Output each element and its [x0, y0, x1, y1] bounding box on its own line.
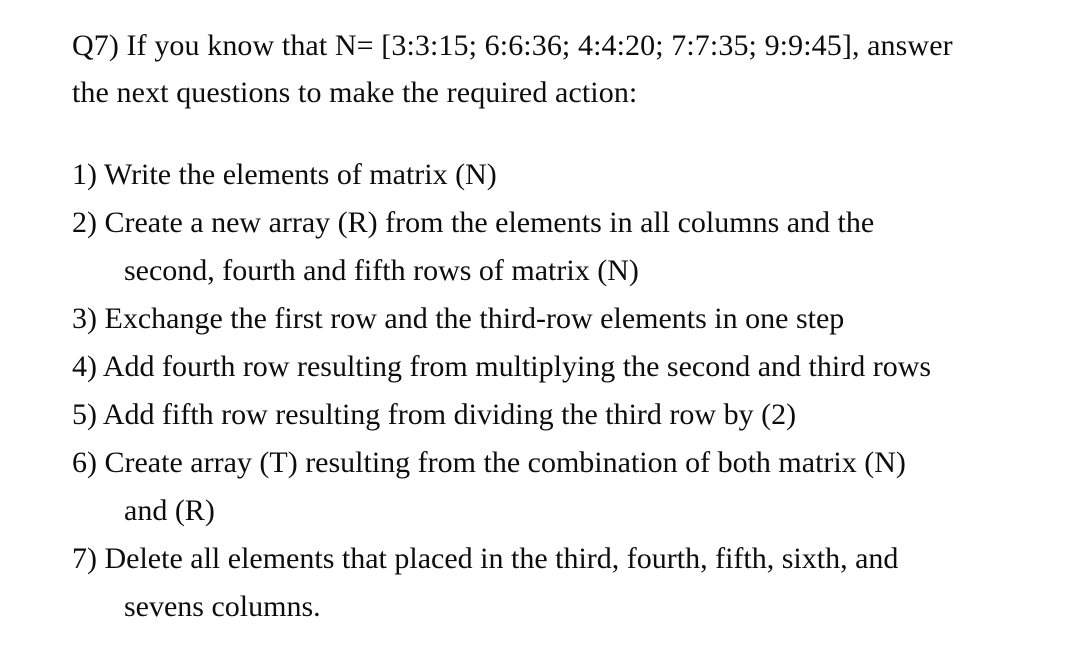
step-1-line-1: 1) Write the elements of matrix (N)	[72, 157, 497, 191]
step-2-line-1: 2) Create a new array (R) from the eleme…	[72, 205, 875, 239]
step-6-line-2: and (R)	[124, 493, 215, 527]
step-6-line-1: 6) Create array (T) resulting from the c…	[72, 445, 906, 479]
list-item: 3) Exchange the first row and the third-…	[72, 295, 1040, 343]
prompt-line-2: the next questions to make the required …	[72, 76, 638, 110]
step-7-line-2: sevens columns.	[124, 589, 321, 623]
list-item: 1) Write the elements of matrix (N)	[72, 151, 1040, 199]
prompt-list-spacer	[72, 117, 1040, 151]
step-2-line-2: second, fourth and fifth rows of matrix …	[124, 253, 639, 287]
prompt-line-1: Q7) If you know that N= [3:3:15; 6:6:36;…	[72, 29, 953, 62]
list-item: 4) Add fourth row resulting from multipl…	[72, 343, 1040, 391]
step-3-line-1: 3) Exchange the first row and the third-…	[72, 301, 845, 335]
document-page: Q7) If you know that N= [3:3:15; 6:6:36;…	[0, 0, 1080, 648]
question-prompt: Q7) If you know that N= [3:3:15; 6:6:36;…	[72, 22, 1040, 117]
steps-list: 1) Write the elements of matrix (N) 2) C…	[72, 151, 1040, 631]
list-item: 5) Add fifth row resulting from dividing…	[72, 391, 1040, 439]
list-item: 2) Create a new array (R) from the eleme…	[72, 199, 1040, 295]
step-4-line-1: 4) Add fourth row resulting from multipl…	[72, 349, 932, 383]
step-7-line-1: 7) Delete all elements that placed in th…	[72, 541, 899, 575]
list-item: 7) Delete all elements that placed in th…	[72, 535, 1040, 631]
step-5-line-1: 5) Add fifth row resulting from dividing…	[72, 397, 797, 431]
list-item: 6) Create array (T) resulting from the c…	[72, 439, 1040, 535]
